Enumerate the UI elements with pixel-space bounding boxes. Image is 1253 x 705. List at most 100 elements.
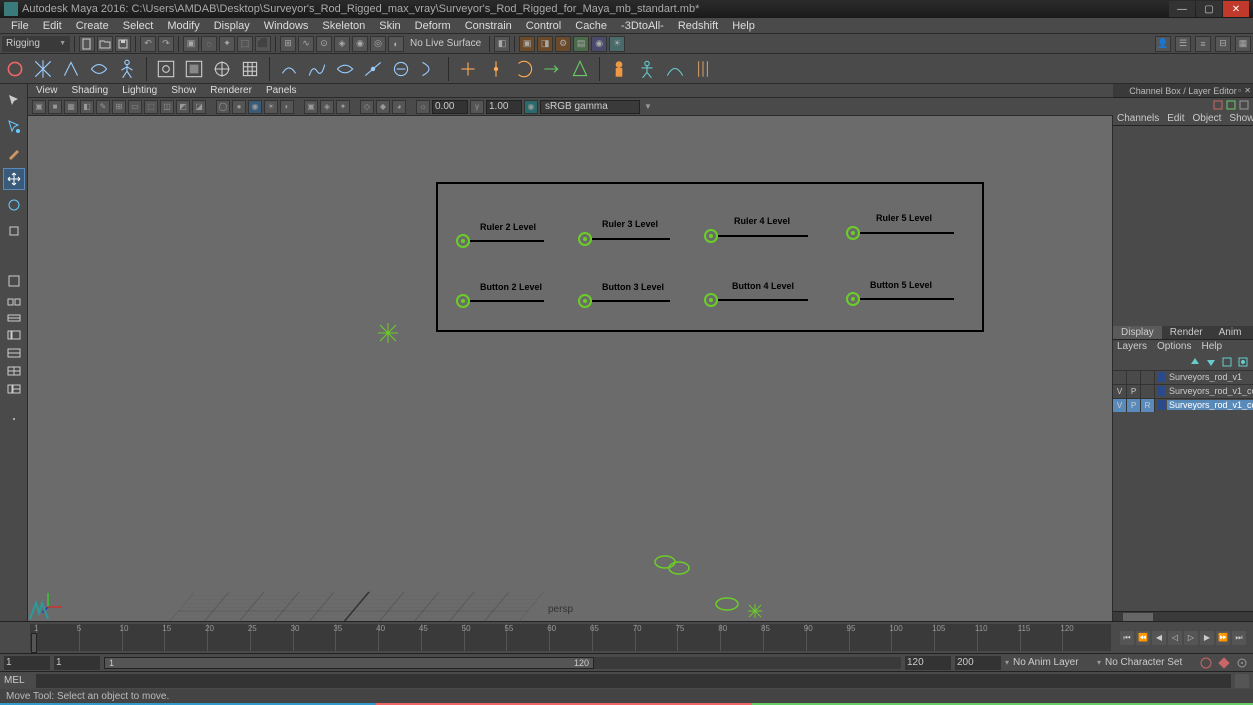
prefs-icon[interactable] xyxy=(1235,656,1249,670)
layer-ref-cell[interactable] xyxy=(1141,385,1155,398)
lattice-icon[interactable] xyxy=(239,58,261,80)
ring-control-1[interactable] xyxy=(653,552,693,578)
ring-control-2[interactable] xyxy=(714,596,740,612)
view-transform-toggle-icon[interactable]: ◉ xyxy=(524,100,538,114)
wire-icon[interactable] xyxy=(362,58,384,80)
isolate-select-icon[interactable]: ▣ xyxy=(304,100,318,114)
step-forward-icon[interactable]: ▶ xyxy=(1200,631,1214,645)
motion-blur-icon[interactable]: ◆ xyxy=(376,100,390,114)
menu-deform[interactable]: Deform xyxy=(408,20,458,32)
move-tool[interactable] xyxy=(3,168,25,190)
rig-track-ruler4[interactable] xyxy=(718,235,808,237)
layer-vis-cell[interactable]: V xyxy=(1113,385,1127,398)
textured-icon[interactable]: ◉ xyxy=(248,100,262,114)
modeling-toolkit-icon[interactable]: ☰ xyxy=(1175,36,1191,52)
gamma-value[interactable]: 1.00 xyxy=(486,100,522,114)
close-panel-icon[interactable]: ✕ xyxy=(1244,86,1251,95)
layer-scrollbar[interactable] xyxy=(1113,611,1253,621)
wireframe-icon[interactable]: ◯ xyxy=(216,100,230,114)
lights-icon[interactable]: ☀ xyxy=(264,100,278,114)
range-end-outer[interactable]: 200 xyxy=(955,656,1001,670)
character-set-dropdown[interactable]: No Character Set xyxy=(1105,657,1195,668)
layer-play-cell[interactable]: P xyxy=(1127,399,1141,412)
ik-spline-icon[interactable] xyxy=(88,58,110,80)
menu-skin[interactable]: Skin xyxy=(372,20,407,32)
account-icon[interactable]: 👤 xyxy=(1155,36,1171,52)
select-all-icon[interactable]: ⬛ xyxy=(255,36,271,52)
select-mode-icon[interactable]: ▣ xyxy=(183,36,199,52)
layer-name[interactable]: Surveyors_rod_v1_con xyxy=(1167,400,1253,410)
tab-show[interactable]: Show xyxy=(1229,113,1253,124)
time-slider-track[interactable]: 1510152025303540455055606570758085909510… xyxy=(30,624,1111,651)
rig-handle-button3[interactable] xyxy=(578,294,592,308)
rig-handle-button5[interactable] xyxy=(846,292,860,306)
sculpt-icon[interactable] xyxy=(390,58,412,80)
range-handle[interactable]: 1 120 xyxy=(104,657,594,669)
panel-menu-renderer[interactable]: Renderer xyxy=(210,85,252,96)
play-forward-icon[interactable]: ▷ xyxy=(1184,631,1198,645)
layer-play-cell[interactable]: P xyxy=(1127,385,1141,398)
range-start-outer[interactable]: 1 xyxy=(4,656,50,670)
step-forward-key-icon[interactable]: ⏩ xyxy=(1216,631,1230,645)
menu-windows[interactable]: Windows xyxy=(257,20,316,32)
play-back-icon[interactable]: ◁ xyxy=(1168,631,1182,645)
channel-icon-1[interactable] xyxy=(1213,100,1223,110)
rig-handle-ruler5[interactable] xyxy=(846,226,860,240)
blend-shape-icon[interactable] xyxy=(306,58,328,80)
go-to-end-icon[interactable]: ⏭ xyxy=(1232,631,1246,645)
hypergraph-pane-icon[interactable] xyxy=(3,382,25,396)
attribute-editor-icon[interactable]: ≡ xyxy=(1195,36,1211,52)
tab-display[interactable]: Display xyxy=(1113,326,1162,339)
menu-layer-help[interactable]: Help xyxy=(1201,341,1222,352)
open-scene-icon[interactable] xyxy=(97,36,113,52)
channel-box-icon[interactable]: ▦ xyxy=(1235,36,1251,52)
layer-vis-cell[interactable]: V xyxy=(1113,399,1127,412)
ao-icon[interactable]: ◕ xyxy=(392,100,406,114)
layer-name[interactable]: Surveyors_rod_v1_con xyxy=(1167,386,1253,396)
tab-channels[interactable]: Channels xyxy=(1117,113,1159,124)
layer-move-up-icon[interactable] xyxy=(1189,356,1201,368)
rig-track-ruler2[interactable] xyxy=(470,240,544,242)
menu-options[interactable]: Options xyxy=(1157,341,1191,352)
human-ik-icon[interactable] xyxy=(636,58,658,80)
tab-render[interactable]: Render xyxy=(1162,326,1211,339)
panel-menu-show[interactable]: Show xyxy=(171,85,196,96)
single-pane-icon[interactable] xyxy=(3,270,25,292)
point-constraint-icon[interactable] xyxy=(485,58,507,80)
paint-select-icon[interactable]: ✦ xyxy=(219,36,235,52)
range-start-inner[interactable]: 1 xyxy=(54,656,100,670)
four-pane-icon[interactable] xyxy=(3,296,25,308)
parent-constraint-icon[interactable] xyxy=(457,58,479,80)
layer-color-swatch[interactable] xyxy=(1157,386,1165,396)
snap-curve-icon[interactable]: ∿ xyxy=(298,36,314,52)
menu-control[interactable]: Control xyxy=(519,20,568,32)
safe-action-icon[interactable]: ◪ xyxy=(192,100,206,114)
range-track[interactable]: 1 120 xyxy=(104,657,901,669)
resolution-gate-icon[interactable]: ⬚ xyxy=(144,100,158,114)
rig-track-ruler5[interactable] xyxy=(860,232,954,234)
snap-live-icon[interactable]: ◉ xyxy=(352,36,368,52)
auto-key-icon[interactable] xyxy=(1199,656,1213,670)
rig-track-button4[interactable] xyxy=(718,299,808,301)
light-editor-icon[interactable]: ☀ xyxy=(609,36,625,52)
layer-ref-cell[interactable] xyxy=(1141,371,1155,384)
render-settings-icon[interactable]: ⚙ xyxy=(555,36,571,52)
anim-layer-dropdown[interactable]: No Anim Layer xyxy=(1013,657,1093,668)
custom-layout-icon[interactable] xyxy=(3,414,25,424)
field-chart-icon[interactable]: ◩ xyxy=(176,100,190,114)
step-back-icon[interactable]: ◀ xyxy=(1152,631,1166,645)
snap-view-icon[interactable]: ◎ xyxy=(370,36,386,52)
select-tool[interactable] xyxy=(3,90,25,112)
mirror-weights-icon[interactable] xyxy=(211,58,233,80)
hair-icon[interactable] xyxy=(692,58,714,80)
snap-grid-icon[interactable]: ⊞ xyxy=(280,36,296,52)
command-input[interactable] xyxy=(36,674,1231,688)
layer-color-swatch[interactable] xyxy=(1157,372,1165,382)
camera-select-icon[interactable]: ▣ xyxy=(32,100,46,114)
tab-edit[interactable]: Edit xyxy=(1167,113,1184,124)
channel-icon-3[interactable] xyxy=(1239,100,1249,110)
menu-redshift[interactable]: Redshift xyxy=(671,20,725,32)
quick-rig-icon[interactable] xyxy=(608,58,630,80)
menu-cache[interactable]: Cache xyxy=(568,20,614,32)
layer-play-cell[interactable] xyxy=(1127,371,1141,384)
